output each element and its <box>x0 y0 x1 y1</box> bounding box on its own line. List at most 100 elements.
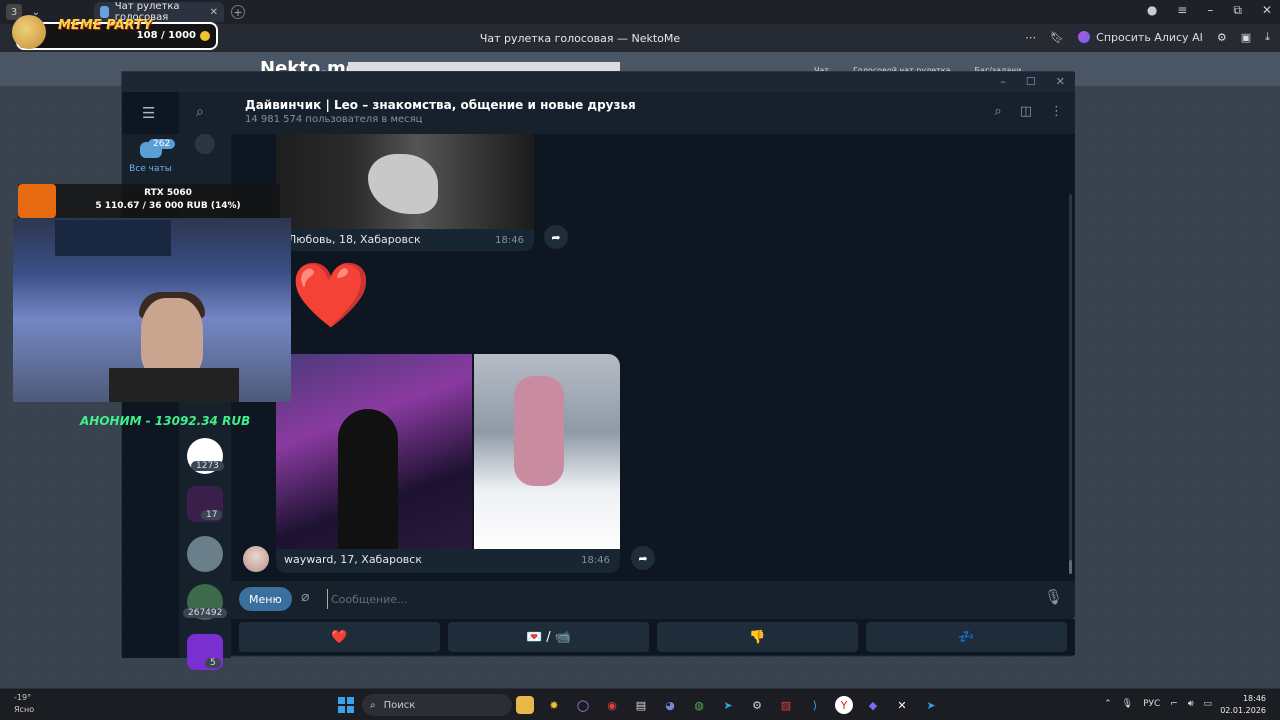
message-album <box>276 354 620 549</box>
folder-all-label: Все чаты <box>129 164 172 174</box>
language-indicator[interactable]: РУС <box>1143 699 1160 709</box>
album-photo[interactable] <box>276 354 472 549</box>
bot-menu-button[interactable]: Меню <box>239 587 292 611</box>
weather-widget[interactable]: -19° Ясно <box>14 692 34 716</box>
caption-text: wayward, 17, Хабаровск <box>284 553 422 566</box>
message-composer: Меню ⌀ 🎙︎ <box>231 581 1075 617</box>
close-button[interactable]: ✕ <box>1262 3 1272 18</box>
weather-desc: Ясно <box>14 705 35 714</box>
unread-badge: 262 <box>148 139 176 149</box>
new-tab-button[interactable]: + <box>231 5 245 19</box>
browser-tab-strip: 3 ⌄ Чат рулетка голосовая ✕ + ● ≡ – ⧉ ✕ <box>0 0 1280 24</box>
goal-title: RTX 5060 <box>144 188 192 198</box>
sidebar-toggle-icon[interactable]: ◫ <box>1020 104 1032 119</box>
minimize-button[interactable]: – <box>1207 3 1213 18</box>
clock-date: 02.01.2026 <box>1220 706 1266 715</box>
meme-party-widget: MEME PARTY 108 / 1000 <box>12 15 218 50</box>
browser-window-controls: ● ≡ – ⧉ ✕ <box>1147 3 1272 18</box>
tg-maximize-button[interactable]: ☐ <box>1026 75 1036 88</box>
sender-avatar[interactable] <box>243 546 269 572</box>
bookmark-icon[interactable]: 🔖︎ <box>1050 31 1064 44</box>
clock-time: 18:46 <box>1242 694 1266 703</box>
weather-temp: -19° <box>14 693 32 702</box>
caption-text: Любовь, 18, Хабаровск <box>288 233 421 246</box>
app-icon[interactable]: ✕ <box>893 696 911 714</box>
chat-header[interactable]: Дайвинчик | Leo – знакомства, общение и … <box>231 92 1075 134</box>
windows-start-icon[interactable] <box>338 697 354 713</box>
kb-sleep-button[interactable]: 💤 <box>866 622 1067 652</box>
kb-dislike-button[interactable]: 👎 <box>657 622 858 652</box>
message-input[interactable] <box>327 589 927 609</box>
donation-alert: АНОНИМ - 13092.34 RUB <box>80 414 251 428</box>
webcam-overlay <box>13 218 291 402</box>
kb-message-button[interactable]: 💌 / 📹 <box>448 622 649 652</box>
download-icon[interactable]: ⤓ <box>1265 30 1270 44</box>
menu-icon[interactable]: ≡ <box>1177 3 1187 18</box>
more-icon[interactable]: ⋯ <box>1025 31 1036 44</box>
folder-all-chats[interactable]: 262 Все чаты <box>122 134 179 190</box>
forward-button[interactable]: ➦ <box>544 225 568 249</box>
close-tab-icon[interactable]: ✕ <box>210 7 218 18</box>
chat-subtitle: 14 981 574 пользователя в месяц <box>245 114 423 125</box>
forward-button[interactable]: ➦ <box>631 546 655 570</box>
mic-tray-icon[interactable]: 🎙︎ <box>1122 699 1133 709</box>
chrome-icon[interactable]: ◍ <box>690 696 708 714</box>
telegram-desktop-icon[interactable]: ➤ <box>922 696 940 714</box>
yandex-browser-icon[interactable]: Y <box>835 696 853 714</box>
extensions-icon[interactable]: ⚙︎ <box>1217 31 1227 44</box>
telegram-window-controls: – ☐ ✕ <box>1000 75 1065 88</box>
app-icon[interactable]: ◯ <box>574 696 592 714</box>
chevron-up-icon[interactable]: ⌃ <box>1104 699 1112 709</box>
tg-minimize-button[interactable]: – <box>1000 75 1006 88</box>
scrollbar-thumb[interactable] <box>1069 560 1072 574</box>
chat-avatar[interactable] <box>195 134 215 154</box>
chat-header-actions: ⌕ ◫ ⋮ <box>994 104 1063 119</box>
message-time: 18:46 <box>495 235 524 246</box>
vscode-icon[interactable]: ⟩ <box>806 696 824 714</box>
ask-alice-label: Спросить Алису AI <box>1096 30 1203 44</box>
photo-detail <box>368 154 438 214</box>
search-icon[interactable]: ⌕ <box>196 104 204 120</box>
message-caption: Любовь, 18, Хабаровск 18:46 <box>276 229 534 251</box>
album-photo[interactable] <box>474 354 620 549</box>
tab-favicon-icon <box>100 6 109 18</box>
message-time: 18:46 <box>581 555 610 566</box>
profile-icon[interactable]: ● <box>1147 3 1157 18</box>
scrollbar[interactable] <box>1069 194 1072 574</box>
taskbar-search[interactable]: ⌕ Поиск <box>362 694 512 716</box>
message-photo[interactable] <box>276 134 534 229</box>
system-clock[interactable]: 18:46 02.01.2026 <box>1220 693 1266 717</box>
app-icon[interactable]: ◆ <box>864 696 882 714</box>
discord-icon[interactable]: ◕ <box>661 696 679 714</box>
steam-icon[interactable]: ⚙︎ <box>748 696 766 714</box>
search-icon[interactable]: ⌕ <box>994 104 1001 119</box>
telegram-icon[interactable]: ➤ <box>719 696 737 714</box>
chat-title: Дайвинчик | Leo – знакомства, общение и … <box>245 98 636 112</box>
more-vertical-icon[interactable]: ⋮ <box>1050 104 1063 119</box>
system-tray: ⌃ 🎙︎ РУС ⌐ 🔊︎ ▭ <box>1104 699 1212 709</box>
collections-icon[interactable]: ▣ <box>1241 31 1251 44</box>
doge-icon <box>12 15 46 49</box>
message-caption: wayward, 17, Хабаровск 18:46 <box>276 549 620 573</box>
taskbar: -19° Ясно ⌕ Поиск ✸ ◯ ◉ ▤ ◕ ◍ ➤ ⚙︎ ▨ ⟩ Y… <box>0 688 1280 720</box>
network-icon[interactable]: ⌐ <box>1170 699 1178 709</box>
battery-icon[interactable]: ▭ <box>1203 699 1212 709</box>
tg-close-button[interactable]: ✕ <box>1056 75 1065 88</box>
chat-unread-badge: 5 <box>205 658 221 668</box>
webcam-background-poster <box>55 220 171 256</box>
microphone-icon[interactable]: 🎙︎ <box>1044 588 1063 606</box>
chat-avatar[interactable] <box>187 536 223 572</box>
kb-like-button[interactable]: ❤️ <box>239 622 440 652</box>
app-icon[interactable]: ◉ <box>603 696 621 714</box>
attach-icon[interactable]: ⌀ <box>301 589 309 605</box>
file-explorer-icon[interactable] <box>516 696 534 714</box>
hamburger-menu-icon[interactable]: ☰ <box>142 104 158 122</box>
app-icon[interactable]: ▨ <box>777 696 795 714</box>
address-bar-actions: ⋯ 🔖︎ Спросить Алису AI ⚙︎ ▣ ⤓ <box>1025 30 1270 44</box>
app-icon[interactable]: ✸ <box>545 696 563 714</box>
maximize-button[interactable]: ⧉ <box>1233 3 1242 18</box>
app-icon[interactable]: ▤ <box>632 696 650 714</box>
volume-icon[interactable]: 🔊︎ <box>1188 699 1194 709</box>
ask-alice-button[interactable]: Спросить Алису AI <box>1078 31 1203 44</box>
chat-unread-badge: 267492 <box>183 608 228 618</box>
